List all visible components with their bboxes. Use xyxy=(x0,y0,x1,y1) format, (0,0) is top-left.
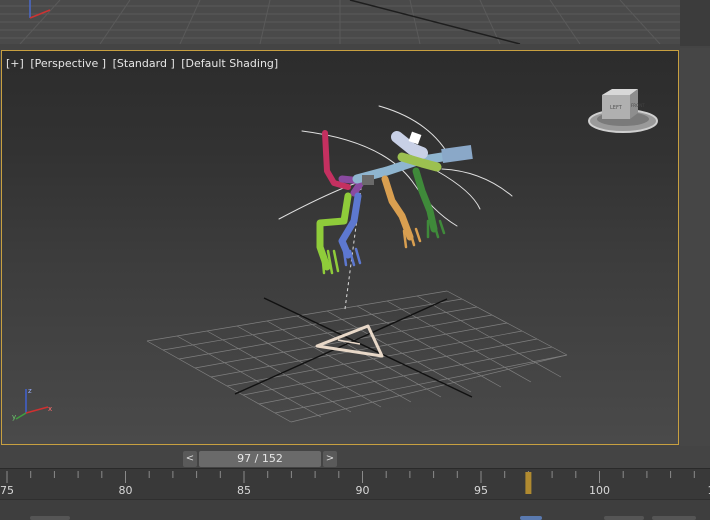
trackbar-tick-label: 90 xyxy=(356,484,370,497)
svg-text:x: x xyxy=(48,405,52,413)
viewcube-left-label: LEFT xyxy=(610,105,623,111)
trackbar-tick-label: 80 xyxy=(119,484,133,497)
svg-text:z: z xyxy=(28,387,32,395)
time-slider-bar xyxy=(0,446,710,468)
trackbar-tick-label: 100 xyxy=(589,484,610,497)
trackbar[interactable]: 7580859095100105110115120125130 xyxy=(0,468,710,499)
svg-text:y: y xyxy=(12,413,16,421)
trackbar-tick-label: 95 xyxy=(474,484,488,497)
perspective-viewport[interactable]: [+] [Perspective ] [Standard ] [Default … xyxy=(1,50,679,445)
viewport-shading-menu[interactable]: [Default Shading] xyxy=(181,57,278,70)
bottom-strip xyxy=(0,499,710,520)
root-triangle-icon xyxy=(317,326,382,356)
grid-axis-x xyxy=(235,299,447,394)
chevron-left-icon[interactable]: < xyxy=(183,451,197,467)
viewcube-icon[interactable]: LEFT FRONT xyxy=(586,85,662,141)
viewcube-front-label: FRONT xyxy=(631,103,645,108)
home-grid xyxy=(147,291,567,422)
viewport-view-menu[interactable]: [Perspective ] xyxy=(30,57,106,70)
top-viewport[interactable] xyxy=(0,0,680,44)
trackbar-tick-label: 85 xyxy=(237,484,251,497)
scene-canvas xyxy=(2,51,678,444)
time-slider-thumb[interactable]: 97 / 152 xyxy=(199,451,321,467)
trackbar-ruler: 7580859095100105110115120125130 xyxy=(0,469,710,499)
axis-tripod-icon: z x y xyxy=(10,383,60,423)
grid-axis-y xyxy=(264,298,472,397)
current-frame-marker xyxy=(525,472,531,494)
biped-rig xyxy=(279,106,512,273)
viewport-mode-menu[interactable]: [Standard ] xyxy=(113,57,175,70)
right-gutter-top xyxy=(680,0,710,46)
time-slider[interactable]: < 97 / 152 > xyxy=(183,450,337,467)
top-viewport-grid xyxy=(0,0,680,44)
viewport-plus-menu[interactable]: [+] xyxy=(6,57,24,70)
trackbar-tick-label: 75 xyxy=(0,484,14,497)
chevron-right-icon[interactable]: > xyxy=(323,451,337,467)
right-gutter xyxy=(680,48,710,446)
viewport-label[interactable]: [+] [Perspective ] [Standard ] [Default … xyxy=(6,57,281,70)
